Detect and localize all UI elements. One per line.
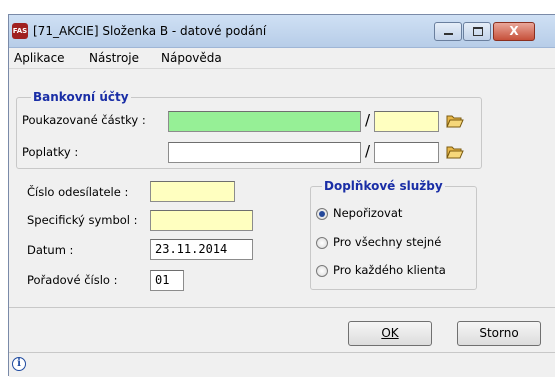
services-title: Doplňkové služby <box>322 179 445 193</box>
minimize-icon <box>444 33 453 35</box>
poplatky-account-field[interactable] <box>168 142 361 163</box>
datum-field[interactable]: 23.11.2014 <box>150 239 253 260</box>
menu-napoveda[interactable]: Nápověda <box>161 51 222 65</box>
poukazovane-label: Poukazované částky : <box>22 113 146 127</box>
status-bar: i <box>9 352 555 377</box>
window-title: [71_AKCIE] Složenka B - datové podání <box>33 24 267 38</box>
poukazovane-account-field[interactable] <box>168 111 361 132</box>
radio-button[interactable] <box>316 265 328 277</box>
app-icon: FAS <box>12 23 28 39</box>
menu-bar: Aplikace Nástroje Nápověda <box>9 49 555 69</box>
radio-label: Pro všechny stejné <box>333 235 442 249</box>
poradove-cislo-label: Pořadové číslo : <box>27 273 118 287</box>
storno-button[interactable]: Storno <box>457 321 541 346</box>
open-folder-icon[interactable] <box>446 113 464 129</box>
divider <box>9 307 555 308</box>
maximize-button[interactable] <box>463 22 491 41</box>
ok-button-label: OK <box>381 326 399 340</box>
close-button[interactable]: X <box>493 22 535 41</box>
menu-aplikace[interactable]: Aplikace <box>14 51 65 65</box>
poplatky-separator: / <box>365 142 371 160</box>
poradove-cislo-field[interactable]: 01 <box>150 270 184 291</box>
dialog-window: FAS [71_AKCIE] Složenka B - datové podán… <box>8 14 555 377</box>
radio-label: Nepořizovat <box>333 206 403 220</box>
close-icon: X <box>509 24 519 38</box>
minimize-button[interactable] <box>434 22 462 41</box>
cislo-odesilatele-field[interactable] <box>150 181 235 202</box>
poplatky-label: Poplatky : <box>22 145 79 159</box>
title-bar[interactable]: FAS [71_AKCIE] Složenka B - datové podán… <box>9 15 555 48</box>
open-folder-icon[interactable] <box>446 144 464 160</box>
specificky-symbol-label: Specifický symbol : <box>27 213 138 227</box>
info-icon: i <box>12 357 26 371</box>
radio-label: Pro každého klienta <box>333 263 446 277</box>
poplatky-bank-code-field[interactable] <box>374 142 439 163</box>
specificky-symbol-field[interactable] <box>150 210 253 231</box>
maximize-icon <box>473 27 483 36</box>
cislo-odesilatele-label: Číslo odesílatele : <box>27 185 129 199</box>
datum-label: Datum : <box>27 243 74 257</box>
menu-nastroje[interactable]: Nástroje <box>89 51 139 65</box>
radio-button-selected[interactable] <box>316 208 328 220</box>
poukazovane-bank-code-field[interactable] <box>374 111 439 132</box>
ok-button[interactable]: OK <box>348 321 432 346</box>
radio-button[interactable] <box>316 237 328 249</box>
bank-accounts-title: Bankovní účty <box>31 90 131 104</box>
poukazovane-separator: / <box>365 111 371 129</box>
